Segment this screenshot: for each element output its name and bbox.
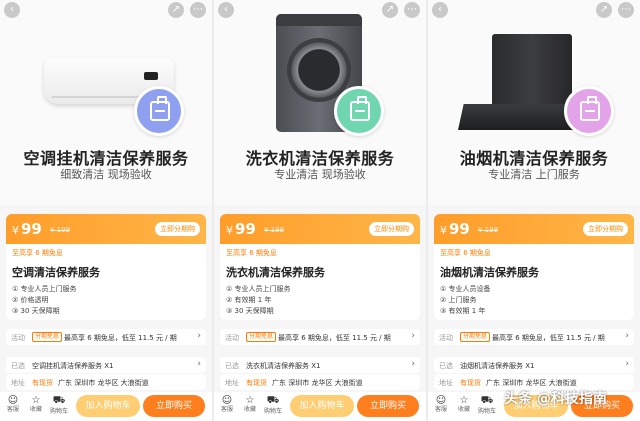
watermark: 头条 @科技指南 [504, 391, 607, 407]
feature-item: ③ 有效期 1 年 [440, 307, 486, 315]
price-bar: ¥99 ¥ 199 立即分期购 [220, 214, 420, 244]
favorite-icon[interactable]: ☆ 收藏 [454, 395, 474, 413]
feature-item: ③ 30 天保障期 [226, 307, 274, 315]
cart-icon[interactable]: ⛟ 购物车 [49, 395, 69, 415]
customer-service-icon[interactable]: ☺ 客服 [217, 395, 237, 413]
product-info-card: 至高享 6 期免息 洗衣机清洁保养服务 ① 专业人员上门服务 ② 有效期 1 年… [220, 244, 420, 320]
favorite-icon[interactable]: ☆ 收藏 [240, 395, 260, 413]
feature-item: ① 专业人员上门服务 [226, 285, 291, 293]
chevron-right-icon: › [411, 359, 415, 369]
installment-note: 至高享 6 期免息 [12, 249, 63, 257]
activity-row[interactable]: 活动 分期免息 最高享 6 期免息，低至 11.5 元 / 期 › [434, 329, 634, 345]
panel-hood-service: ‹ ↗ ⋯ 油烟机清洁保养服务 专业清洁 上门服务 ¥99 ¥ 199 立即分期… [428, 0, 640, 421]
more-icon[interactable]: ⋯ [404, 2, 420, 18]
service-bag-icon [334, 86, 384, 136]
cart-icon[interactable]: ⛟ 购物车 [263, 395, 283, 415]
activity-tag: 分期免息 [460, 332, 491, 342]
product-title: 洗衣机清洁保养服务 [226, 266, 325, 279]
installment-buy-button[interactable]: 立即分期购 [369, 222, 414, 236]
activity-tag: 分期免息 [32, 332, 63, 342]
chevron-right-icon: › [197, 359, 201, 369]
range-hood-image [492, 34, 572, 114]
feature-item: ① 专业人员上门服务 [12, 285, 77, 293]
installment-buy-button[interactable]: 立即分期购 [583, 222, 628, 236]
price: ¥99 [12, 220, 42, 238]
back-icon[interactable]: ‹ [432, 2, 448, 18]
share-icon[interactable]: ↗ [382, 2, 398, 18]
installment-note: 至高享 6 期免息 [440, 249, 491, 257]
more-icon[interactable]: ⋯ [190, 2, 206, 18]
product-info-card: 至高享 6 期免息 油烟机清洁保养服务 ① 专业人员设备 ② 上门服务 ③ 有效… [434, 244, 634, 320]
price-bar: ¥99 ¥ 199 立即分期购 [434, 214, 634, 244]
add-to-cart-button[interactable]: 加入购物车 [76, 395, 140, 417]
feature-item: ① 专业人员设备 [440, 285, 491, 293]
favorite-icon[interactable]: ☆ 收藏 [26, 395, 46, 413]
back-icon[interactable]: ‹ [218, 2, 234, 18]
bottom-action-bar: ☺ 客服 ☆ 收藏 ⛟ 购物车 加入购物车 立即购买 [0, 392, 212, 421]
panel-ac-service: ‹ ↗ ⋯ 空调挂机清洁保养服务 细致清洁 现场验收 ¥99 ¥ 199 立即分… [0, 0, 212, 421]
cart-icon[interactable]: ⛟ 购物车 [477, 395, 497, 415]
customer-service-icon[interactable]: ☺ 客服 [3, 395, 23, 413]
original-price: ¥ 199 [50, 226, 71, 234]
installment-buy-button[interactable]: 立即分期购 [155, 222, 200, 236]
share-icon[interactable]: ↗ [596, 2, 612, 18]
feature-item: ② 上门服务 [440, 296, 477, 304]
chevron-right-icon: › [411, 331, 415, 341]
buy-now-button[interactable]: 立即购买 [357, 395, 419, 417]
feature-item: ② 价格透明 [12, 296, 49, 304]
share-icon[interactable]: ↗ [168, 2, 184, 18]
bottom-action-bar: ☺ 客服 ☆ 收藏 ⛟ 购物车 加入购物车 立即购买 [214, 392, 426, 421]
panel-washer-service: ‹ ↗ ⋯ 洗衣机清洁保养服务 专业清洁 现场验收 ¥99 ¥ 199 立即分期… [214, 0, 426, 421]
installment-note: 至高享 6 期免息 [226, 249, 277, 257]
price-bar: ¥99 ¥ 199 立即分期购 [6, 214, 206, 244]
address-row[interactable]: 地址 有现货 广东 深圳市 龙华区 大浪街道 [220, 374, 420, 390]
selected-row[interactable]: 已选 空调挂机清洁保养服务 X1 › [6, 357, 206, 373]
activity-tag: 分期免息 [246, 332, 277, 342]
price: ¥99 [226, 220, 256, 238]
product-title: 油烟机清洁保养服务 [440, 266, 539, 279]
selected-row[interactable]: 已选 洗衣机清洁保养服务 X1 › [220, 357, 420, 373]
price: ¥99 [440, 220, 470, 238]
service-subtitle: 专业清洁 上门服务 [488, 168, 580, 181]
chevron-right-icon: › [625, 359, 629, 369]
original-price: ¥ 199 [478, 226, 499, 234]
feature-item: ③ 30 天保障期 [12, 307, 60, 315]
add-to-cart-button[interactable]: 加入购物车 [290, 395, 354, 417]
original-price: ¥ 199 [264, 226, 285, 234]
product-info-card: 至高享 6 期免息 空调清洁保养服务 ① 专业人员上门服务 ② 价格透明 ③ 3… [6, 244, 206, 320]
feature-item: ② 有效期 1 年 [226, 296, 272, 304]
top-bar: ‹ ↗ ⋯ [0, 2, 212, 20]
service-subtitle: 专业清洁 现场验收 [274, 168, 366, 181]
chevron-right-icon: › [197, 331, 201, 341]
customer-service-icon[interactable]: ☺ 客服 [431, 395, 451, 413]
more-icon[interactable]: ⋯ [618, 2, 634, 18]
product-title: 空调清洁保养服务 [12, 266, 100, 279]
back-icon[interactable]: ‹ [4, 2, 20, 18]
activity-row[interactable]: 活动 分期免息 最高享 6 期免息，低至 11.5 元 / 期 › [220, 329, 420, 345]
service-bag-icon [564, 86, 614, 136]
service-bag-icon [134, 86, 184, 136]
activity-row[interactable]: 活动 分期免息 最高享 6 期免息，低至 11.5 元 / 期 › [6, 329, 206, 345]
selected-row[interactable]: 已选 油烟机清洁保养服务 X1 › [434, 357, 634, 373]
buy-now-button[interactable]: 立即购买 [143, 395, 205, 417]
service-subtitle: 细致清洁 现场验收 [60, 168, 152, 181]
chevron-right-icon: › [625, 331, 629, 341]
top-bar: ‹ ↗ ⋯ [428, 2, 640, 20]
address-row[interactable]: 地址 有现货 广东 深圳市 龙华区 大浪街道 [6, 374, 206, 390]
